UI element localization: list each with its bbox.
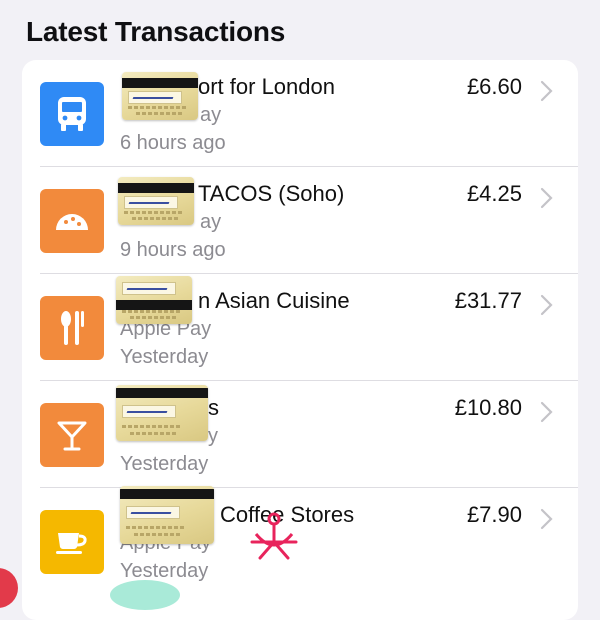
cocktail-icon	[40, 403, 104, 467]
transaction-row[interactable]: s y Yesterday £10.80	[22, 381, 578, 488]
payment-method: y	[208, 425, 218, 447]
payment-method: ay	[200, 104, 222, 126]
transaction-row[interactable]: n Asian Cuisine Apple Pay Yesterday £31.…	[22, 274, 578, 381]
chevron-right-icon	[540, 401, 553, 423]
taco-icon	[40, 189, 104, 253]
watermark-icon	[250, 512, 298, 560]
decorative-shape	[110, 580, 180, 610]
utensils-icon	[40, 296, 104, 360]
transaction-row[interactable]: TACOS (Soho) ay 9 hours ago £4.25	[22, 167, 578, 274]
chevron-right-icon	[540, 187, 553, 209]
merchant-name: ort for London	[198, 74, 335, 99]
redaction-sticker	[122, 72, 198, 120]
merchant-name: s	[208, 395, 219, 420]
transaction-amount: £4.25	[466, 181, 522, 206]
coffee-cup-icon	[40, 510, 104, 574]
transaction-time: 6 hours ago	[120, 132, 226, 154]
transaction-row[interactable]: ort for London ay 6 hours ago £6.60	[22, 60, 578, 167]
merchant-name: TACOS (Soho)	[198, 181, 345, 206]
redaction-sticker	[118, 177, 194, 225]
transaction-amount: £10.80	[454, 395, 522, 420]
redaction-sticker	[116, 385, 208, 441]
merchant-name: n Asian Cuisine	[198, 288, 350, 313]
transaction-amount: £6.60	[466, 74, 522, 99]
transaction-amount: £7.90	[466, 502, 522, 527]
transaction-time: Yesterday	[120, 346, 209, 368]
transaction-amount: £31.77	[454, 288, 522, 313]
chevron-right-icon	[540, 294, 553, 316]
chevron-right-icon	[540, 80, 553, 102]
redaction-sticker	[120, 486, 214, 544]
transaction-time: Yesterday	[120, 453, 209, 475]
transaction-time: 9 hours ago	[120, 239, 226, 261]
transaction-time: Yesterday	[120, 560, 209, 582]
payment-method: ay	[200, 211, 222, 233]
chevron-right-icon	[540, 508, 553, 530]
page-title: Latest Transactions	[26, 16, 286, 47]
bus-icon	[40, 82, 104, 146]
redaction-sticker	[116, 276, 192, 324]
decorative-shape	[0, 568, 18, 608]
